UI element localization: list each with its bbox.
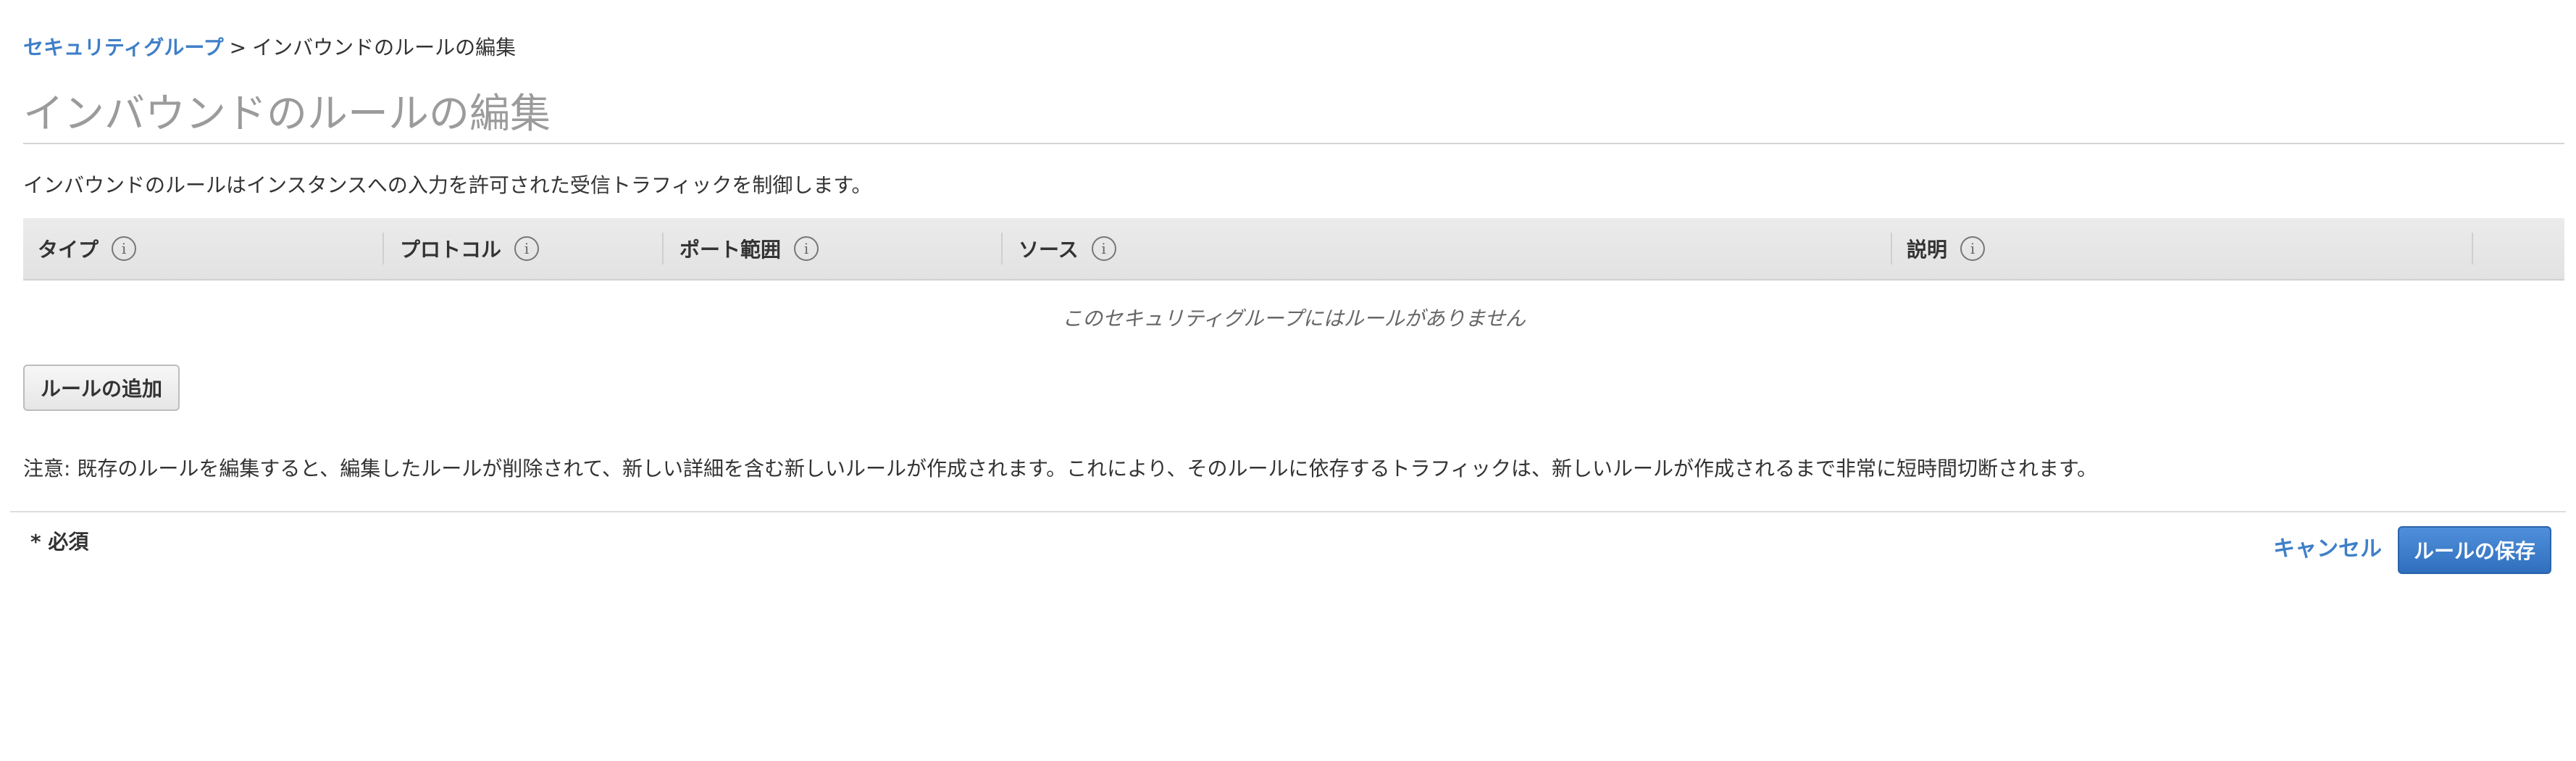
column-header-label: ポート範囲 <box>679 238 782 262</box>
info-icon[interactable]: i <box>1091 236 1116 261</box>
save-rules-button[interactable]: ルールの保存 <box>2398 526 2551 574</box>
column-header-label: タイプ <box>38 238 99 262</box>
column-separator <box>1891 233 1892 265</box>
breadcrumb-security-groups-link[interactable]: セキュリティグループ <box>23 36 224 59</box>
page-title: インバウンドのルールの編集 <box>23 91 551 138</box>
info-icon[interactable]: i <box>112 236 137 261</box>
empty-table-message: このセキュリティグループにはルールがありません <box>1062 307 1526 330</box>
column-separator <box>1001 233 1003 265</box>
title-divider <box>23 143 2564 144</box>
breadcrumb-separator: > <box>229 36 247 59</box>
column-separator <box>382 233 384 265</box>
column-header-label: ソース <box>1019 238 1079 262</box>
breadcrumb: セキュリティグループ > インバウンドのルールの編集 <box>23 35 516 61</box>
page-description: インバウンドのルールはインスタンスへの入力を許可された受信トラフィックを制御しま… <box>23 173 872 197</box>
required-note: * 必須 <box>30 530 89 554</box>
column-header-port-range: ポート範囲 i <box>679 218 819 279</box>
column-separator <box>662 233 664 265</box>
column-header-type: タイプ i <box>38 218 137 279</box>
info-icon[interactable]: i <box>794 236 819 261</box>
cancel-button[interactable]: キャンセル <box>2273 533 2382 565</box>
column-header-label: プロトコル <box>400 238 502 262</box>
edit-notice: 注意: 既存のルールを編集すると、編集したルールが削除されて、新しい詳細を含む新… <box>23 457 2098 481</box>
table-header: タイプ i プロトコル i ポート範囲 i ソース i 説明 i <box>23 218 2564 280</box>
rules-table: タイプ i プロトコル i ポート範囲 i ソース i 説明 i このセキュリテ… <box>23 218 2564 354</box>
column-header-label: 説明 <box>1907 238 1948 262</box>
footer-divider <box>10 511 2566 512</box>
breadcrumb-current: インバウンドのルールの編集 <box>252 36 517 59</box>
edit-inbound-rules-page: セキュリティグループ > インバウンドのルールの編集 インバウンドのルールの編集 イ… <box>0 0 2576 761</box>
column-separator <box>2472 233 2473 265</box>
info-icon[interactable]: i <box>514 236 540 261</box>
column-header-description: 説明 i <box>1907 218 1986 279</box>
column-header-protocol: プロトコル i <box>400 218 540 279</box>
column-header-source: ソース i <box>1019 218 1116 279</box>
add-rule-button[interactable]: ルールの追加 <box>23 365 180 411</box>
info-icon[interactable]: i <box>1960 236 1986 261</box>
